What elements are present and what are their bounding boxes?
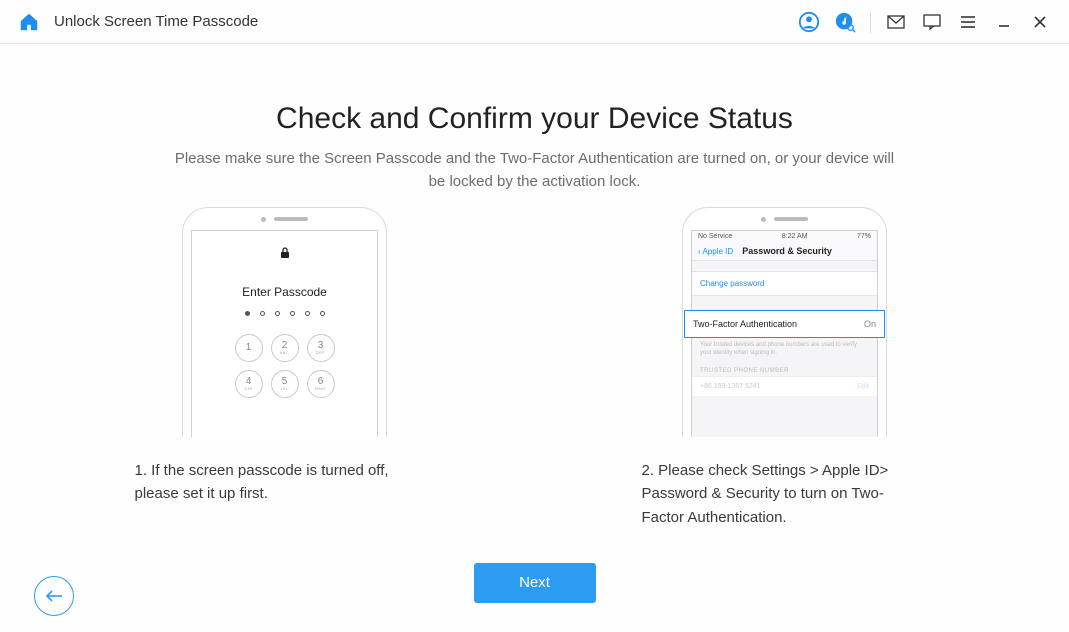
panel-passcode: Enter Passcode 1 2ABC 3DEF 4GHI 5JKL 6MN… [135, 207, 435, 529]
heading: Check and Confirm your Device Status [60, 102, 1009, 136]
status-left: No Service [698, 233, 732, 240]
tfa-value: On [864, 319, 876, 329]
two-factor-row: Two-Factor Authentication On [684, 310, 885, 338]
back-button[interactable] [34, 576, 74, 616]
page-title: Unlock Screen Time Passcode [54, 13, 258, 30]
tfa-description: Your trusted devices and phone numbers a… [692, 338, 877, 362]
passcode-dots [245, 311, 325, 316]
keypad: 1 2ABC 3DEF 4GHI 5JKL 6MNO [235, 334, 335, 398]
next-button[interactable]: Next [474, 563, 596, 603]
status-time: 8:22 AM [782, 233, 808, 240]
panel-twofactor: No Service 8:22 AM 77% ‹ Apple ID Passwo… [635, 207, 935, 529]
menu-icon[interactable] [957, 11, 979, 33]
caption-twofactor: 2. Please check Settings > Apple ID> Pas… [642, 459, 922, 529]
status-bar: No Service 8:22 AM 77% [692, 231, 877, 242]
home-icon[interactable] [18, 11, 40, 33]
user-icon[interactable] [798, 11, 820, 33]
subheading: Please make sure the Screen Passcode and… [175, 148, 895, 193]
nav-bar: ‹ Apple ID Password & Security [692, 242, 877, 261]
music-search-icon[interactable] [834, 11, 856, 33]
divider [870, 11, 871, 33]
status-battery: 77% [857, 233, 871, 240]
close-icon[interactable] [1029, 11, 1051, 33]
change-password-row: Change password [692, 271, 877, 296]
phone-illustration-passcode: Enter Passcode 1 2ABC 3DEF 4GHI 5JKL 6MN… [182, 207, 387, 437]
mail-icon[interactable] [885, 11, 907, 33]
caption-passcode: 1. If the screen passcode is turned off,… [135, 459, 435, 506]
nav-title: Password & Security [703, 246, 871, 256]
phone-illustration-twofactor: No Service 8:22 AM 77% ‹ Apple ID Passwo… [682, 207, 887, 437]
trusted-number-row: +86 199 1367 5241 Edit [692, 376, 877, 396]
enter-passcode-label: Enter Passcode [242, 285, 327, 299]
minimize-icon[interactable] [993, 11, 1015, 33]
main-content: Check and Confirm your Device Status Ple… [0, 44, 1069, 632]
lock-icon [280, 247, 290, 259]
trusted-header: TRUSTED PHONE NUMBER [692, 362, 877, 376]
app-header: Unlock Screen Time Passcode [0, 0, 1069, 44]
feedback-icon[interactable] [921, 11, 943, 33]
tfa-label: Two-Factor Authentication [693, 319, 797, 329]
